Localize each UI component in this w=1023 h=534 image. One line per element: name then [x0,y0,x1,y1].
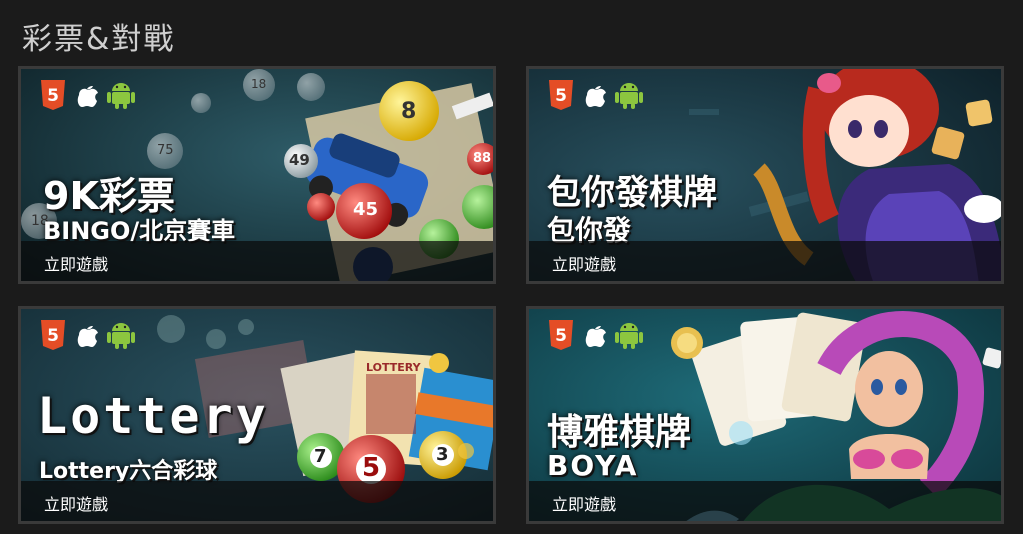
play-now-button[interactable]: 立即遊戲 [552,251,616,275]
game-card-lottery[interactable]: LOTTERY 7 5 3 5 Lottery Lottery六合彩球 立即遊戲 [18,306,496,524]
play-bar[interactable]: 立即遊戲 [21,241,493,281]
ball-number: 45 [353,199,379,220]
ticket-label: LOTTERY [366,361,421,374]
apple-icon [581,319,609,351]
platform-icons: 5 [547,79,643,111]
svg-text:5: 5 [555,86,567,106]
card-title: 包你發棋牌 [547,173,717,213]
android-icon [615,79,643,111]
ball-number: 49 [289,151,310,169]
platform-icons: 5 [39,319,135,351]
ball-number: 3 [436,444,449,465]
game-card-baonifa[interactable]: 5 包你發棋牌 包你發 立即遊戲 [526,66,1004,284]
play-bar[interactable]: 立即遊戲 [529,481,1001,521]
play-now-button[interactable]: 立即遊戲 [44,251,108,275]
play-now-button[interactable]: 立即遊戲 [44,491,108,515]
ball-number: 75 [157,143,174,158]
play-now-button[interactable]: 立即遊戲 [552,491,616,515]
svg-text:5: 5 [47,86,59,106]
platform-icons: 5 [39,79,135,111]
card-title: 博雅棋牌 [547,412,692,453]
html5-icon: 5 [39,79,67,111]
html5-icon: 5 [39,319,67,351]
android-icon [107,319,135,351]
ball-number: 18 [251,77,267,91]
platform-icons: 5 [547,319,643,351]
ball-number: 5 [362,453,381,483]
game-card-9k-lottery[interactable]: 18 75 49 8 88 45 18 5 9K彩票 BINGO/北京賽車 立即… [18,66,496,284]
apple-icon [73,79,101,111]
section-title: 彩票&對戰 [22,22,176,57]
html5-icon: 5 [547,319,575,351]
ball-number: 88 [473,151,492,166]
game-card-boya[interactable]: 5 博雅棋牌 BOYA 立即遊戲 [526,306,1004,524]
card-title: Lottery [37,387,269,445]
card-subtitle: BOYA [547,449,639,482]
ball-number: 8 [401,99,417,124]
android-icon [107,79,135,111]
ball-number: 7 [314,446,327,467]
svg-text:5: 5 [47,326,59,346]
svg-text:5: 5 [555,326,567,346]
html5-icon: 5 [547,79,575,111]
play-bar[interactable]: 立即遊戲 [529,241,1001,281]
apple-icon [73,319,101,351]
android-icon [615,319,643,351]
play-bar[interactable]: 立即遊戲 [21,481,493,521]
apple-icon [581,79,609,111]
